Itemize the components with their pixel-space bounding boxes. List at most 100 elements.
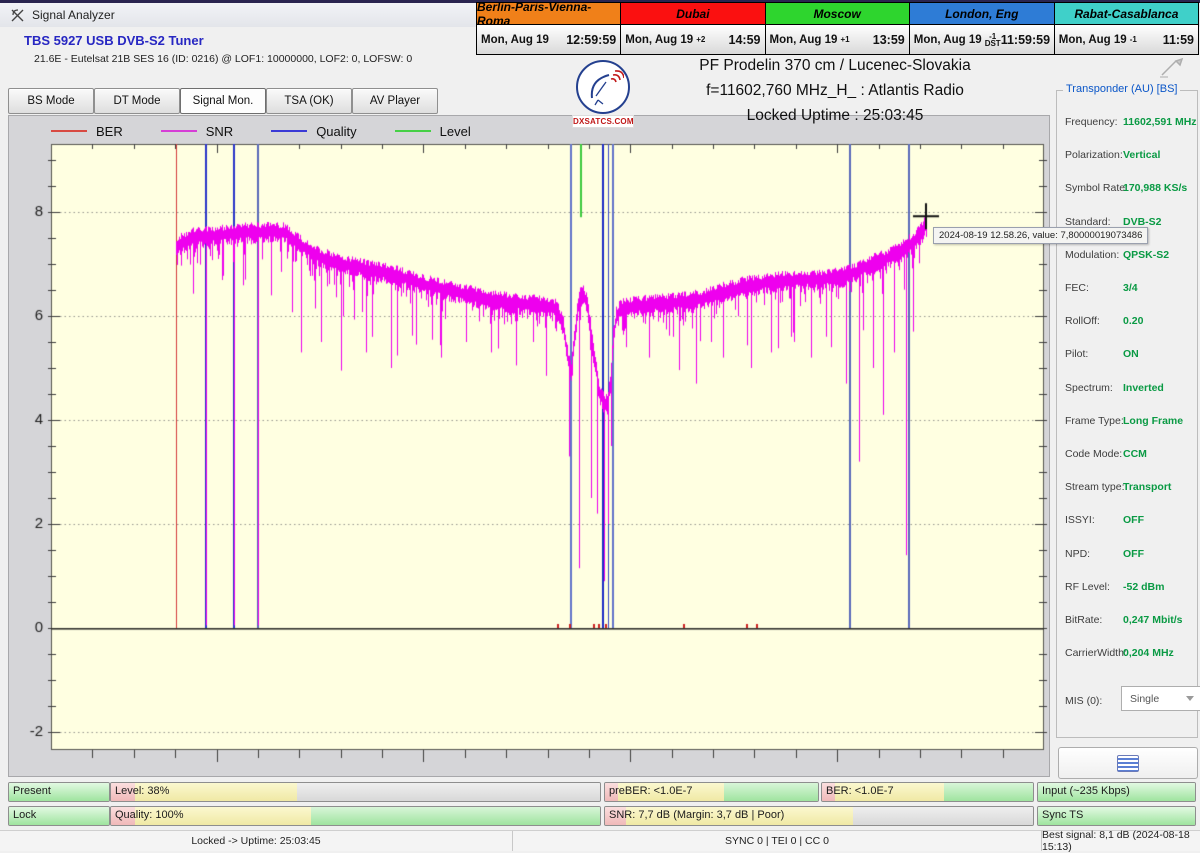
row-label: Pilot: [1065,348,1088,360]
status-bar: Locked -> Uptime: 25:03:45 SYNC 0 | TEI … [0,830,1200,851]
clock-time: 11:59 [1163,33,1194,47]
legend-item-quality: Quality [271,124,356,139]
transponder-row-polarization-: Polarization: Vertical [1065,149,1191,163]
legend-line-swatch [395,130,431,132]
world-clocks: Berlin-Paris-Vienna-Roma Mon, Aug 19 12:… [476,2,1199,55]
transponder-row-frame-type-: Frame Type: Long Frame [1065,415,1191,429]
indicator-label: Level: 38% [115,785,169,797]
transponder-row-rf-level-: RF Level: -52 dBm [1065,581,1191,595]
mis-row: MIS (0): Single [1065,691,1191,709]
row-label: Spectrum: [1065,382,1113,394]
row-value: 0,204 MHz [1123,647,1174,659]
dxsatcs-logo-text: DXSATCS.COM [572,115,634,128]
legend-label: Quality [316,124,356,139]
tab-dt-mode[interactable]: DT Mode [94,88,180,114]
indicator-label: BER: <1.0E-7 [826,785,894,797]
legend-label: SNR [206,124,233,139]
legend-label: BER [96,124,123,139]
row-label: ISSYI: [1065,514,1095,526]
tuner-details: 21.6E - Eutelsat 21B SES 16 (ID: 0216) @… [34,53,412,65]
row-label: BitRate: [1065,614,1102,626]
clock-city: Dubai [621,3,764,25]
status-sync-tei-cc: SYNC 0 | TEI 0 | CC 0 [513,831,1042,851]
status-best-signal: Best signal: 8,1 dB (2024-08-18 15:13) [1042,831,1200,851]
row-value: Long Frame [1123,415,1183,427]
row-value: ON [1123,348,1139,360]
row-value: QPSK-S2 [1123,249,1169,261]
row-value: -52 dBm [1123,581,1164,593]
clock-time: 11:59:59 [1001,33,1050,47]
transponder-row-code-mode-: Code Mode: CCM [1065,448,1191,462]
clock-berlin-paris-vienna-roma: Berlin-Paris-Vienna-Roma Mon, Aug 19 12:… [477,3,621,54]
clock-time: 14:59 [729,33,761,47]
save-button[interactable] [1058,747,1198,779]
clock-utc-offset: -1 [1130,36,1137,43]
tab-av-player[interactable]: AV Player [352,88,438,114]
clock-moscow: Moscow Mon, Aug 19+1 13:59 [766,3,910,54]
clock-utc-offset: +2 [696,36,705,43]
locked-uptime-title: Locked Uptime : 25:03:45 [575,107,1095,125]
row-label: NPD: [1065,548,1090,560]
chart-tooltip: 2024-08-19 12.58.26, value: 7,8000001907… [933,227,1148,244]
clock-utc-offset: +1 [840,36,849,43]
clock-date: Mon, Aug 19 [1059,34,1127,46]
indicator-quality-100: Quality: 100% [110,806,601,826]
row-value: 11602,591 MHz [1123,116,1197,128]
mis-dropdown[interactable]: Single [1121,686,1200,711]
indicator-label: Input (~235 Kbps) [1042,785,1130,797]
legend-item-snr: SNR [161,124,233,139]
row-value: OFF [1123,514,1144,526]
clock-london-eng: London, Eng Mon, Aug 19-1DST 11:59:59 [910,3,1055,54]
legend-label: Level [440,124,471,139]
chart-canvas[interactable] [9,116,1049,776]
transponder-row-modulation-: Modulation: QPSK-S2 [1065,249,1191,263]
clock-time-row: Mon, Aug 19 12:59:59 [477,25,620,54]
clock-rabat-casablanca: Rabat-Casablanca Mon, Aug 19-1 11:59 [1055,3,1198,54]
disk-icon [1117,755,1139,772]
row-label: FEC: [1065,282,1089,294]
row-value: OFF [1123,548,1144,560]
row-value: Transport [1123,481,1171,493]
clock-city: Rabat-Casablanca [1055,3,1198,25]
transponder-row-spectrum-: Spectrum: Inverted [1065,382,1191,396]
tab-tsa-ok-[interactable]: TSA (OK) [266,88,352,114]
tuner-name: TBS 5927 USB DVB-S2 Tuner [24,33,204,48]
indicator-label: Present [13,785,51,797]
tab-bs-mode[interactable]: BS Mode [8,88,94,114]
clock-dubai: Dubai Mon, Aug 19+2 14:59 [621,3,765,54]
legend-item-ber: BER [51,124,123,139]
transponder-row-symbol-rate-: Symbol Rate: 170,988 KS/s [1065,182,1191,196]
legend-line-swatch [161,130,197,132]
indicator-label: Sync TS [1042,809,1083,821]
transponder-row-carrierwidth-: CarrierWidth: 0,204 MHz [1065,647,1191,661]
clock-date: Mon, Aug 19 [770,34,838,46]
transponder-row-issyi-: ISSYI: OFF [1065,514,1191,528]
dxsatcs-logo: DXSATCS.COM [572,60,634,136]
row-label: Symbol Rate: [1065,182,1128,194]
indicator-preber-1-0e-7: preBER: <1.0E-7 [604,782,819,802]
dish-sketch-icon [1156,55,1188,84]
clock-city: Moscow [766,3,909,25]
row-label: RollOff: [1065,315,1100,327]
chevron-down-icon [1186,696,1194,701]
row-label: Modulation: [1065,249,1119,261]
legend-line-swatch [271,130,307,132]
indicator-level-38: Level: 38% [110,782,601,802]
row-value: Inverted [1123,382,1164,394]
indicator-label: Quality: 100% [115,809,183,821]
clock-time-row: Mon, Aug 19-1 11:59 [1055,25,1198,54]
clock-date: Mon, Aug 19 [914,34,982,46]
row-value: CCM [1123,448,1147,460]
tab-signal-mon-[interactable]: Signal Mon. [180,88,266,114]
indicator-present: Present [8,782,110,802]
row-label: Stream type: [1065,481,1125,493]
row-label: CarrierWidth: [1065,647,1127,659]
legend-item-level: Level [395,124,471,139]
clock-city: Berlin-Paris-Vienna-Roma [477,3,620,25]
indicator-input-235-kbps: Input (~235 Kbps) [1037,782,1196,802]
indicator-sync-ts: Sync TS [1037,806,1196,826]
row-label: Polarization: [1065,149,1123,161]
indicator-label: Lock [13,809,36,821]
clock-time-row: Mon, Aug 19+1 13:59 [766,25,909,54]
mis-label: MIS (0): [1065,695,1102,707]
